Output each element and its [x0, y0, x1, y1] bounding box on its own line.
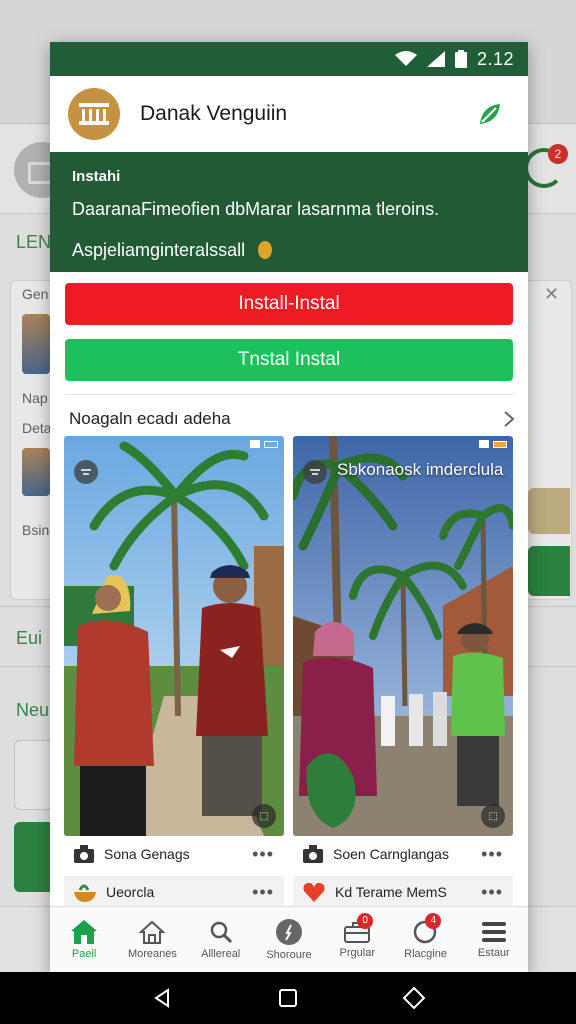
photo-author: Soen Carnglangas: [333, 846, 449, 862]
photo-caption: Sbkonaosk imderclula: [337, 460, 504, 479]
leaf-icon[interactable]: [478, 102, 502, 126]
banner-line: DaaranaFimeofien dbMarar lasarnma tleroi…: [72, 199, 440, 219]
tab-estaur[interactable]: Estaur: [460, 907, 528, 972]
photo-image: [64, 436, 284, 836]
app-logo-icon: [68, 88, 120, 140]
system-nav-bar: [0, 972, 576, 1024]
photo-sub-row[interactable]: Kd Terame MemS •••: [293, 876, 513, 908]
tab-label: Prgular: [339, 946, 375, 959]
install-button-red[interactable]: Install-Instal: [65, 283, 513, 325]
status-time: 2.12: [476, 48, 514, 69]
photo-sub-label: Kd Terame MemS: [335, 884, 447, 900]
photo-sub-row[interactable]: Ueorcla •••: [64, 876, 284, 908]
more-options-icon[interactable]: •••: [252, 844, 274, 865]
back-button[interactable]: [147, 983, 177, 1013]
tab-search[interactable]: Alllereal: [187, 907, 255, 972]
banner-line-text: Aspjeliamginteralssall: [72, 240, 246, 260]
camera-icon: [74, 845, 94, 863]
tab-label: Paeil: [71, 947, 97, 960]
recents-button[interactable]: [399, 983, 429, 1013]
bowl-icon: [74, 884, 96, 902]
mango-icon: [258, 241, 273, 259]
camera-icon: [303, 845, 323, 863]
tab-label: Moreanes: [127, 947, 177, 960]
install-banner: Instahi DaaranaFimeofien dbMarar lasarnm…: [50, 152, 528, 272]
home-icon: [71, 919, 98, 944]
recents-diamond-icon: [403, 987, 425, 1009]
more-options-icon[interactable]: •••: [252, 882, 274, 903]
compass-icon: [275, 918, 302, 945]
photo-card[interactable]: Sbkonaosk imderclula ⬚: [293, 436, 513, 836]
install-sheet: 2.12 Danak Venguiin Instahi DaaranaFimeo…: [50, 42, 528, 972]
app-header: Danak Venguiin: [50, 76, 528, 152]
photo-expand-icon[interactable]: ⬚: [252, 804, 276, 828]
tab-home[interactable]: Paeil: [50, 907, 118, 972]
tab-badge: 0: [357, 913, 374, 929]
photo-card[interactable]: ⬚: [64, 436, 284, 836]
photo-status-icons: [250, 440, 278, 448]
divider: [65, 394, 513, 395]
tab-label: Estaur: [477, 946, 510, 959]
photo-expand-icon[interactable]: ⬚: [481, 804, 505, 828]
back-triangle-icon: [154, 988, 169, 1008]
photo-sub-label: Ueorcla: [106, 884, 155, 900]
banner-line: Aspjeliamginteralssall: [72, 240, 506, 261]
menu-icon: [481, 921, 506, 942]
chevron-right-icon[interactable]: [503, 410, 515, 428]
more-options-icon[interactable]: •••: [481, 882, 503, 903]
tab-label: Shoroure: [266, 948, 312, 961]
tab-label: Rlacgine: [404, 947, 447, 960]
home-button[interactable]: [273, 983, 303, 1013]
wifi-icon: [394, 51, 417, 66]
photo-menu-icon[interactable]: [74, 460, 98, 484]
bottom-tab-bar: Paeil Moreanes Alllereal Shoroure 0 Prgu…: [50, 906, 528, 972]
photo-image: [293, 436, 513, 836]
tab-label: Alllereal: [201, 947, 241, 960]
tab-badge: 4: [425, 913, 442, 929]
tab-moreanes[interactable]: Moreanes: [118, 907, 186, 972]
install-button-green[interactable]: Tnstal Instal: [65, 339, 513, 381]
home-square-icon: [279, 989, 297, 1007]
tab-shoroure[interactable]: Shoroure: [255, 907, 323, 972]
status-bar: 2.12: [50, 42, 528, 76]
section-header[interactable]: Noagaln ecadı adeha: [69, 404, 515, 434]
battery-icon: [454, 50, 467, 68]
photo-meta-row[interactable]: Soen Carnglangas •••: [293, 838, 513, 870]
tab-prgular[interactable]: 0 Prgular: [323, 907, 391, 972]
banner-heading: Instahi: [72, 168, 121, 185]
signal-icon: [426, 51, 445, 67]
tab-rlacgine[interactable]: 4 Rlacgine: [391, 907, 459, 972]
photo-meta-row[interactable]: Sona Genags •••: [64, 838, 284, 870]
photo-status-icons: [479, 440, 507, 448]
more-options-icon[interactable]: •••: [481, 844, 503, 865]
section-title: Noagaln ecadı adeha: [69, 409, 231, 428]
search-icon: [210, 921, 232, 943]
house-outline-icon: [139, 920, 166, 944]
heart-icon: [303, 882, 325, 902]
app-title: Danak Venguiin: [140, 102, 288, 125]
photo-author: Sona Genags: [104, 846, 190, 862]
photo-menu-icon[interactable]: [303, 460, 327, 484]
